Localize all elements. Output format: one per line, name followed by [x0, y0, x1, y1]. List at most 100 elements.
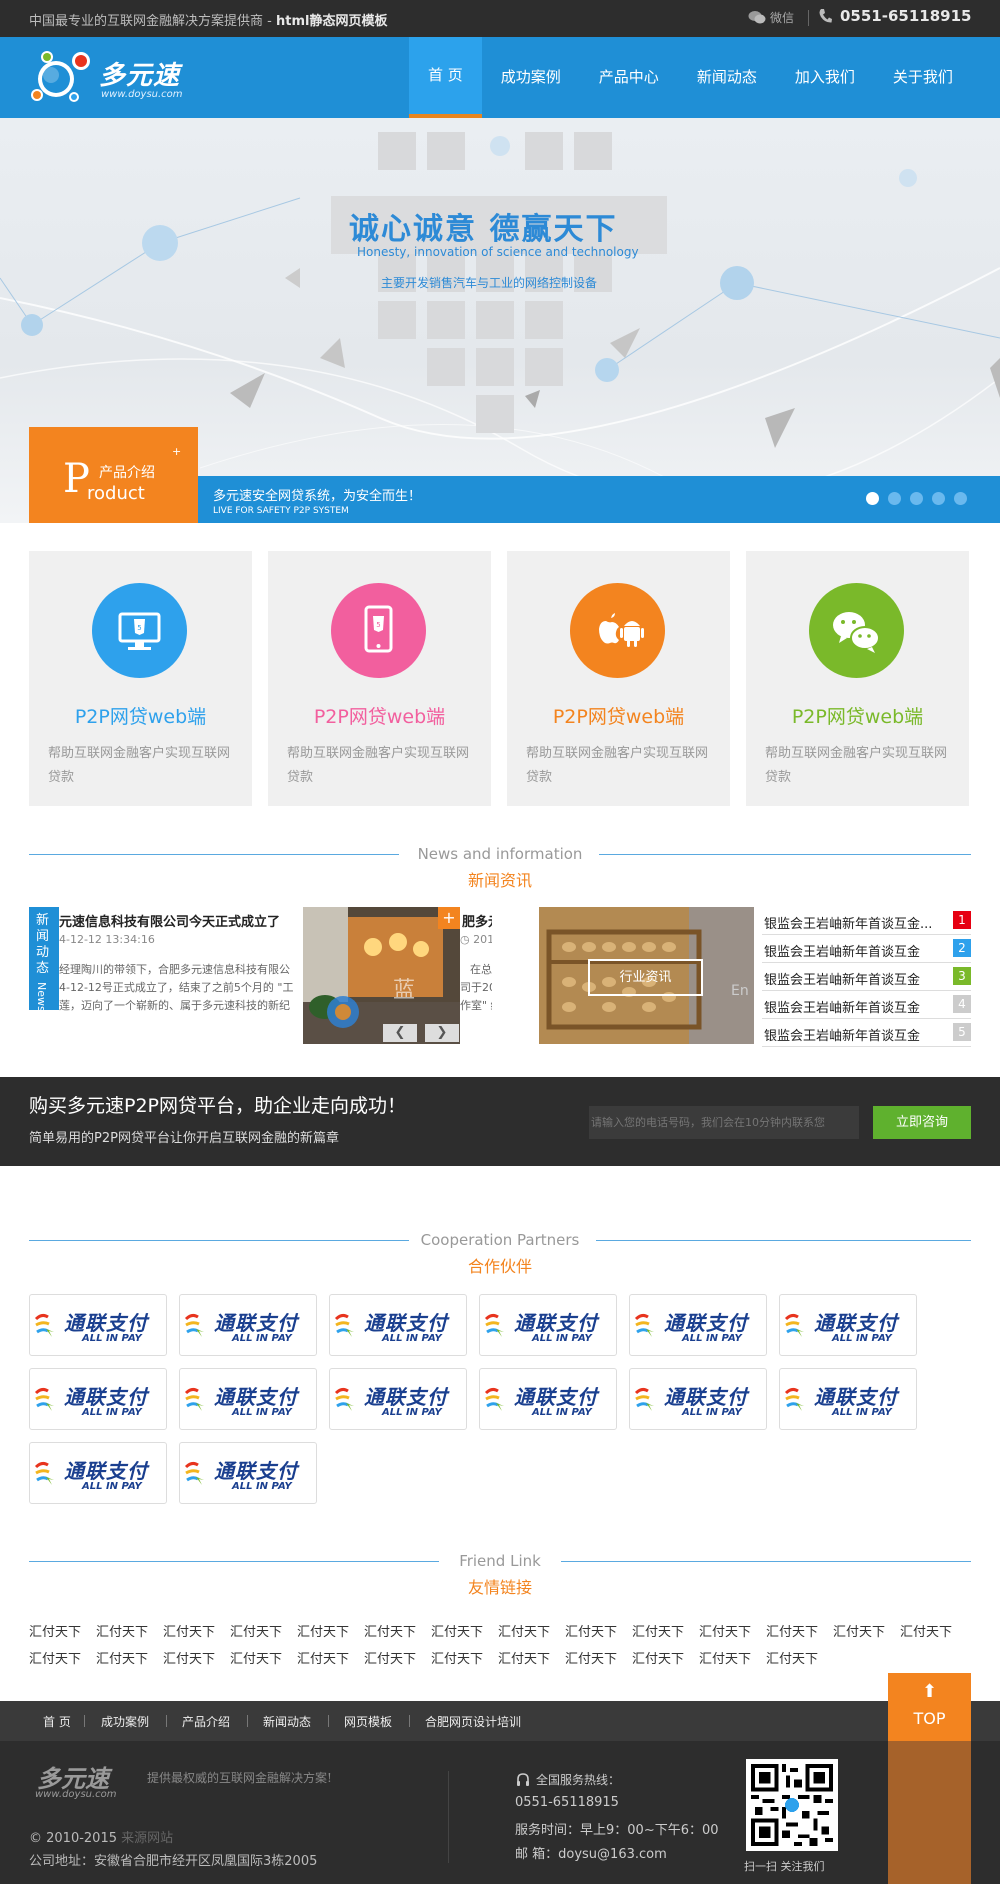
plus-icon[interactable]: + [438, 907, 460, 929]
nav-news[interactable]: 新闻动态 [678, 37, 776, 118]
back-to-top-button[interactable]: ⬆ TOP [888, 1673, 971, 1741]
slider-dot[interactable] [866, 492, 879, 505]
friend-link[interactable]: 汇付天下 [699, 1648, 763, 1675]
friend-link[interactable]: 汇付天下 [431, 1621, 495, 1648]
partner-logo[interactable]: 通联支付 ALL IN PAY [179, 1368, 317, 1430]
list-item[interactable]: 银监会王岩岫新年首谈互金... 1 [762, 907, 971, 935]
news-excerpt: 经理陶川的带领下，合肥多元速信息科技有限公4-12-12号正式成立了，结束了之前… [59, 963, 294, 1012]
partner-logo[interactable]: 通联支付 ALL IN PAY [329, 1368, 467, 1430]
friend-link[interactable]: 汇付天下 [565, 1621, 629, 1648]
friend-link[interactable]: 汇付天下 [632, 1648, 696, 1675]
partner-logo[interactable]: 通联支付 ALL IN PAY [29, 1294, 167, 1356]
news-item[interactable]: 肥多元 ◷ 2014 在总司于201作室" 结 [460, 907, 492, 1044]
footer-nav-item[interactable]: 合肥网页设计培训 [425, 1713, 521, 1730]
footer-nav-item[interactable]: 产品介绍 [182, 1713, 230, 1730]
slider-dot[interactable] [888, 492, 901, 505]
list-item[interactable]: 银监会王岩岫新年首谈互金 5 [762, 1019, 971, 1047]
logo-name: 多元速 [99, 61, 181, 91]
friend-link[interactable]: 汇付天下 [498, 1648, 562, 1675]
friend-link[interactable]: 汇付天下 [163, 1621, 227, 1648]
friend-link[interactable]: 汇付天下 [431, 1648, 495, 1675]
partner-logo[interactable]: 通联支付 ALL IN PAY [179, 1442, 317, 1504]
partner-logo[interactable]: 通联支付 ALL IN PAY [629, 1368, 767, 1430]
footer-nav-item[interactable]: 首 页 [43, 1713, 71, 1730]
partner-logo[interactable]: 通联支付 ALL IN PAY [479, 1368, 617, 1430]
banner-tile [427, 348, 465, 386]
banner-tile [427, 301, 465, 339]
friend-link[interactable]: 汇付天下 [96, 1648, 160, 1675]
feature-card[interactable]: 5 P2P网贷web端 帮助互联网金融客户实现互联网贷款 [29, 551, 252, 806]
nav-cases[interactable]: 成功案例 [482, 37, 580, 118]
partner-logo[interactable]: 通联支付 ALL IN PAY [179, 1294, 317, 1356]
nav-about[interactable]: 关于我们 [874, 37, 972, 118]
partners-section-heading: Cooperation Partners 合作伙伴 [29, 1231, 971, 1276]
industry-news-image[interactable]: En 行业资讯 [539, 907, 754, 1044]
friend-link[interactable]: 汇付天下 [766, 1621, 830, 1648]
news-tab-cn: 新闻动态 [36, 913, 50, 976]
friend-link[interactable]: 汇付天下 [833, 1621, 897, 1648]
allinpay-mark-icon [34, 1313, 54, 1337]
footer-nav-item[interactable]: 网页模板 [344, 1713, 392, 1730]
partner-logo[interactable]: 通联支付 ALL IN PAY [29, 1442, 167, 1504]
feature-desc: 帮助互联网金融客户实现互联网贷款 [48, 746, 231, 785]
partner-logo[interactable]: 通联支付 ALL IN PAY [629, 1294, 767, 1356]
friend-link[interactable]: 汇付天下 [632, 1621, 696, 1648]
friend-link[interactable]: 汇付天下 [699, 1621, 763, 1648]
headset-icon [517, 1772, 529, 1786]
friend-link[interactable]: 汇付天下 [96, 1621, 160, 1648]
list-item[interactable]: 银监会王岩岫新年首谈互金 3 [762, 963, 971, 991]
phone-input[interactable] [589, 1106, 859, 1139]
consult-button[interactable]: 立即咨询 [873, 1106, 971, 1139]
feature-card[interactable]: P2P网贷web端 帮助互联网金融客户实现互联网贷款 [507, 551, 730, 806]
friend-link[interactable]: 汇付天下 [29, 1621, 93, 1648]
slider-dot[interactable] [932, 492, 945, 505]
site-logo[interactable]: 多元速 www.doysu.com [29, 45, 189, 109]
banner-tile [476, 348, 514, 386]
allinpay-mark-icon [784, 1313, 804, 1337]
industry-news-button[interactable]: 行业资讯 [588, 959, 703, 996]
product-label-en: roduct [87, 483, 145, 504]
partner-logo[interactable]: 通联支付 ALL IN PAY [29, 1368, 167, 1430]
email[interactable]: 邮 箱：doysu@163.com [515, 1843, 667, 1862]
list-item[interactable]: 银监会王岩岫新年首谈互金 4 [762, 991, 971, 1019]
nav-join[interactable]: 加入我们 [776, 37, 874, 118]
friend-link[interactable]: 汇付天下 [230, 1621, 294, 1648]
friend-link[interactable]: 汇付天下 [364, 1621, 428, 1648]
friend-link[interactable]: 汇付天下 [900, 1621, 964, 1648]
product-intro-box[interactable]: P 产品介绍 roduct + [29, 427, 198, 523]
wechat-link[interactable]: 微信 [748, 9, 794, 26]
news-item[interactable]: 元速信息科技有限公司今天正式成立了 4-12-12 13:34:16 经理陶川的… [59, 907, 299, 1042]
svg-text:蓝: 蓝 [393, 978, 415, 1003]
feature-card[interactable]: P2P网贷web端 帮助互联网金融客户实现互联网贷款 [746, 551, 969, 806]
friend-link[interactable]: 汇付天下 [297, 1648, 361, 1675]
qr-code-image [751, 1764, 833, 1846]
friend-link[interactable]: 汇付天下 [565, 1648, 629, 1675]
banner-tile [525, 348, 563, 386]
feature-card[interactable]: 5 P2P网贷web端 帮助互联网金融客户实现互联网贷款 [268, 551, 491, 806]
friend-link[interactable]: 汇付天下 [230, 1648, 294, 1675]
slider-dot[interactable] [910, 492, 923, 505]
section-title-en: News and information [417, 845, 583, 863]
friend-link[interactable]: 汇付天下 [498, 1621, 562, 1648]
banner-tile [574, 132, 612, 170]
partner-name-en: ALL IN PAY [832, 1333, 892, 1344]
prev-arrow-icon[interactable]: ❮ [383, 1024, 417, 1042]
partner-logo[interactable]: 通联支付 ALL IN PAY [779, 1294, 917, 1356]
friend-link[interactable]: 汇付天下 [297, 1621, 361, 1648]
nav-products[interactable]: 产品中心 [580, 37, 678, 118]
slider-dot[interactable] [954, 492, 967, 505]
friend-link[interactable]: 汇付天下 [29, 1648, 93, 1675]
friend-link[interactable]: 汇付天下 [364, 1648, 428, 1675]
footer-nav-item[interactable]: 新闻动态 [263, 1713, 311, 1730]
nav-home[interactable]: 首 页 [409, 37, 482, 118]
news-photo[interactable]: 蓝 + ❮ ❯ [303, 907, 460, 1044]
news-tab[interactable]: 新闻动态 News [29, 907, 59, 1012]
next-arrow-icon[interactable]: ❯ [425, 1024, 459, 1042]
friend-link[interactable]: 汇付天下 [766, 1648, 830, 1675]
list-item[interactable]: 银监会王岩岫新年首谈互金 2 [762, 935, 971, 963]
partner-logo[interactable]: 通联支付 ALL IN PAY [329, 1294, 467, 1356]
partner-logo[interactable]: 通联支付 ALL IN PAY [479, 1294, 617, 1356]
partner-logo[interactable]: 通联支付 ALL IN PAY [779, 1368, 917, 1430]
footer-nav-item[interactable]: 成功案例 [101, 1713, 149, 1730]
friend-link[interactable]: 汇付天下 [163, 1648, 227, 1675]
